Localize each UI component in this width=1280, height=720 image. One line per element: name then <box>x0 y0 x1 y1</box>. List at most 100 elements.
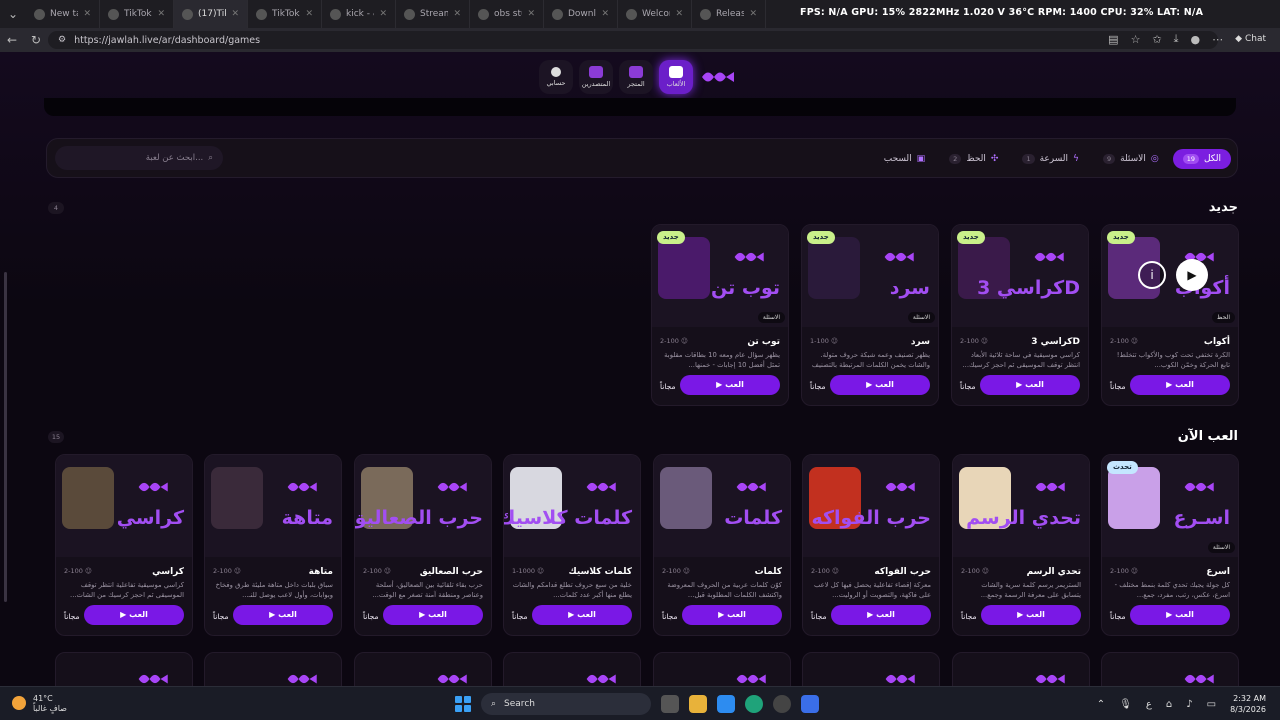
close-icon[interactable]: ✕ <box>527 9 535 19</box>
menu-icon[interactable]: ⋯ <box>1212 33 1223 46</box>
close-icon[interactable]: ✕ <box>601 9 609 19</box>
chip-questions[interactable]: ◎ الاسئلة 9 <box>1093 149 1169 169</box>
game-card[interactable]: اسـرع تحدث الاسئلة اسرع 2-100 ☺ كل جولة يجيك … <box>1101 454 1239 636</box>
browser-tab[interactable]: kick - بحث✕ <box>322 0 396 28</box>
tab-list-button[interactable]: ⌄ <box>0 7 26 21</box>
browser-tab[interactable]: obs studi✕ <box>470 0 544 28</box>
play-button[interactable]: ▶ العب <box>981 605 1081 625</box>
game-thumbnail[interactable]: أكواب جديد الحظ ▶ i <box>1102 225 1238 327</box>
game-card[interactable] <box>1101 652 1239 686</box>
game-card[interactable]: حرب الفواكه حرب الفواكه 2-100 ☺ معركة إقصاء… <box>802 454 940 636</box>
favorites-icon[interactable]: ✩ <box>1152 33 1161 46</box>
play-button[interactable]: ▶ العب <box>830 375 930 395</box>
file-explorer-icon[interactable] <box>689 695 707 713</box>
chat-button[interactable]: ◆ Chat <box>1235 34 1266 44</box>
chip-luck[interactable]: ✣ الحظ 2 <box>939 149 1008 169</box>
browser-tab[interactable]: New tab✕ <box>26 0 100 28</box>
weather-icon[interactable] <box>12 696 26 710</box>
game-thumbnail[interactable]: تحدي الرسم <box>953 455 1089 557</box>
play-button[interactable]: ▶ العب <box>1130 605 1230 625</box>
store-app-icon[interactable] <box>717 695 735 713</box>
game-card[interactable] <box>503 652 641 686</box>
play-button[interactable]: ▶ العب <box>383 605 483 625</box>
game-card[interactable] <box>204 652 342 686</box>
game-thumbnail[interactable]: متاهة <box>205 455 341 557</box>
browser-tab[interactable]: TikTok LIV✕ <box>100 0 174 28</box>
profile-avatar-icon[interactable]: ● <box>1191 33 1201 46</box>
game-card[interactable]: توب تن جديد الاسئلة توب تن 2-100 ☺ يظهر سؤال … <box>651 224 789 406</box>
close-icon[interactable]: ✕ <box>749 9 757 19</box>
battery-icon[interactable]: ▭ <box>1207 699 1216 710</box>
browser-tab[interactable]: (17)TikTok✕ <box>174 0 248 28</box>
game-card[interactable]: كلمات كلاسيك كلمات كلاسيك 1-1000 ☺ خلية من … <box>503 454 641 636</box>
play-button[interactable]: ▶ العب <box>831 605 931 625</box>
game-card[interactable]: متاهة متاهة 2-100 ☺ سباق بلبات داخل متاهة م… <box>204 454 342 636</box>
reader-icon[interactable]: ▤ <box>1108 33 1118 46</box>
browser-tab[interactable]: Stream U✕ <box>396 0 470 28</box>
game-card[interactable] <box>802 652 940 686</box>
task-view-icon[interactable] <box>661 695 679 713</box>
close-icon[interactable]: ✕ <box>305 9 313 19</box>
game-thumbnail[interactable]: كراسي 3D جديد <box>952 225 1088 327</box>
clock[interactable]: 2:32 AM 8/3/2026 <box>1230 693 1266 715</box>
game-card[interactable]: كلمات كلمات 2-100 ☺ كوّن كلمات عربية من الح… <box>653 454 791 636</box>
download-icon[interactable]: ⤓ <box>1174 32 1179 46</box>
play-button[interactable]: ▶ العب <box>980 375 1080 395</box>
language-indicator[interactable]: ع <box>1146 699 1152 710</box>
chrome-icon[interactable] <box>773 695 791 713</box>
chip-all[interactable]: الكل 19 <box>1172 149 1231 169</box>
play-button[interactable]: ▶ العب <box>680 375 780 395</box>
nav-store[interactable]: المتجر <box>619 60 653 94</box>
nav-account[interactable]: حسابي <box>539 60 573 94</box>
play-icon[interactable]: ▶ <box>1176 259 1208 291</box>
page-scrollbar[interactable] <box>4 272 7 602</box>
app-icon[interactable] <box>801 695 819 713</box>
taskbar-search[interactable]: ⌕ Search <box>481 693 651 715</box>
game-card[interactable]: سرد جديد الاسئلة سرد 1-100 ☺ يظهر تصنيف وعمه … <box>801 224 939 406</box>
game-card[interactable] <box>354 652 492 686</box>
chip-speed[interactable]: ϟ السرعة 1 <box>1012 149 1089 169</box>
game-card[interactable]: كراسي كراسي 2-100 ☺ كراسي موسيقية تفاعلية ا… <box>55 454 193 636</box>
bookmark-star-icon[interactable]: ☆ <box>1131 33 1141 46</box>
game-search-input[interactable]: ابحث عن لعبة... ⌕ <box>55 146 223 170</box>
reload-icon[interactable]: ↻ <box>24 33 48 47</box>
site-logo[interactable] <box>699 60 741 94</box>
site-info-icon[interactable]: ⚙ <box>58 35 66 45</box>
game-thumbnail[interactable]: اسـرع تحدث الاسئلة <box>1102 455 1238 557</box>
play-button[interactable]: ▶ العب <box>682 605 782 625</box>
game-thumbnail[interactable]: كراسي <box>56 455 192 557</box>
back-icon[interactable]: ← <box>0 33 24 47</box>
volume-icon[interactable]: ♪ <box>1186 699 1192 710</box>
game-thumbnail[interactable]: كلمات <box>654 455 790 557</box>
browser-tab[interactable]: Downlo✕ <box>544 0 618 28</box>
game-card[interactable]: تحدي الرسم تحدي الرسم 2-100 ☺ الستريمر يرسم… <box>952 454 1090 636</box>
close-icon[interactable]: ✕ <box>379 9 387 19</box>
close-icon[interactable]: ✕ <box>453 9 461 19</box>
close-icon[interactable]: ✕ <box>675 9 683 19</box>
info-icon[interactable]: i <box>1138 261 1166 289</box>
close-icon[interactable]: ✕ <box>231 9 239 19</box>
game-card[interactable]: أكواب جديد الحظ ▶ i أكواب 2-100 ☺ الكرة تختفي ت… <box>1101 224 1239 406</box>
close-icon[interactable]: ✕ <box>83 9 91 19</box>
game-thumbnail[interactable]: كلمات كلاسيك <box>504 455 640 557</box>
game-card[interactable]: حرب الصعاليق حرب الصعاليق 2-100 ☺ حرب بقاء … <box>354 454 492 636</box>
game-thumbnail[interactable]: توب تن جديد الاسئلة <box>652 225 788 327</box>
play-button[interactable]: ▶ العب <box>84 605 184 625</box>
play-button[interactable]: ▶ العب <box>233 605 333 625</box>
game-card[interactable]: كراسي 3D جديد كراسي 3D 2-100 ☺ كراسي موسيقية… <box>951 224 1089 406</box>
play-button[interactable]: ▶ العب <box>1130 375 1230 395</box>
browser-tab[interactable]: TikTok LIV✕ <box>248 0 322 28</box>
browser-tab[interactable]: Release✕ <box>692 0 766 28</box>
start-icon[interactable] <box>455 696 471 712</box>
nav-games[interactable]: الألعاب <box>659 60 693 94</box>
chip-draw[interactable]: ▣ السحب <box>874 149 935 169</box>
play-button[interactable]: ▶ العب <box>532 605 632 625</box>
close-icon[interactable]: ✕ <box>157 9 165 19</box>
tray-chevron-icon[interactable]: ⌃ <box>1097 699 1105 710</box>
game-card[interactable] <box>653 652 791 686</box>
game-thumbnail[interactable]: سرد جديد الاسئلة <box>802 225 938 327</box>
microphone-icon[interactable]: 🎙 <box>1119 699 1132 710</box>
url-field[interactable]: ⚙ https://jawlah.live/ar/dashboard/games <box>48 31 1218 49</box>
weather-widget[interactable]: 41°C صافٍ غالباً <box>33 694 67 714</box>
edge-icon[interactable] <box>745 695 763 713</box>
